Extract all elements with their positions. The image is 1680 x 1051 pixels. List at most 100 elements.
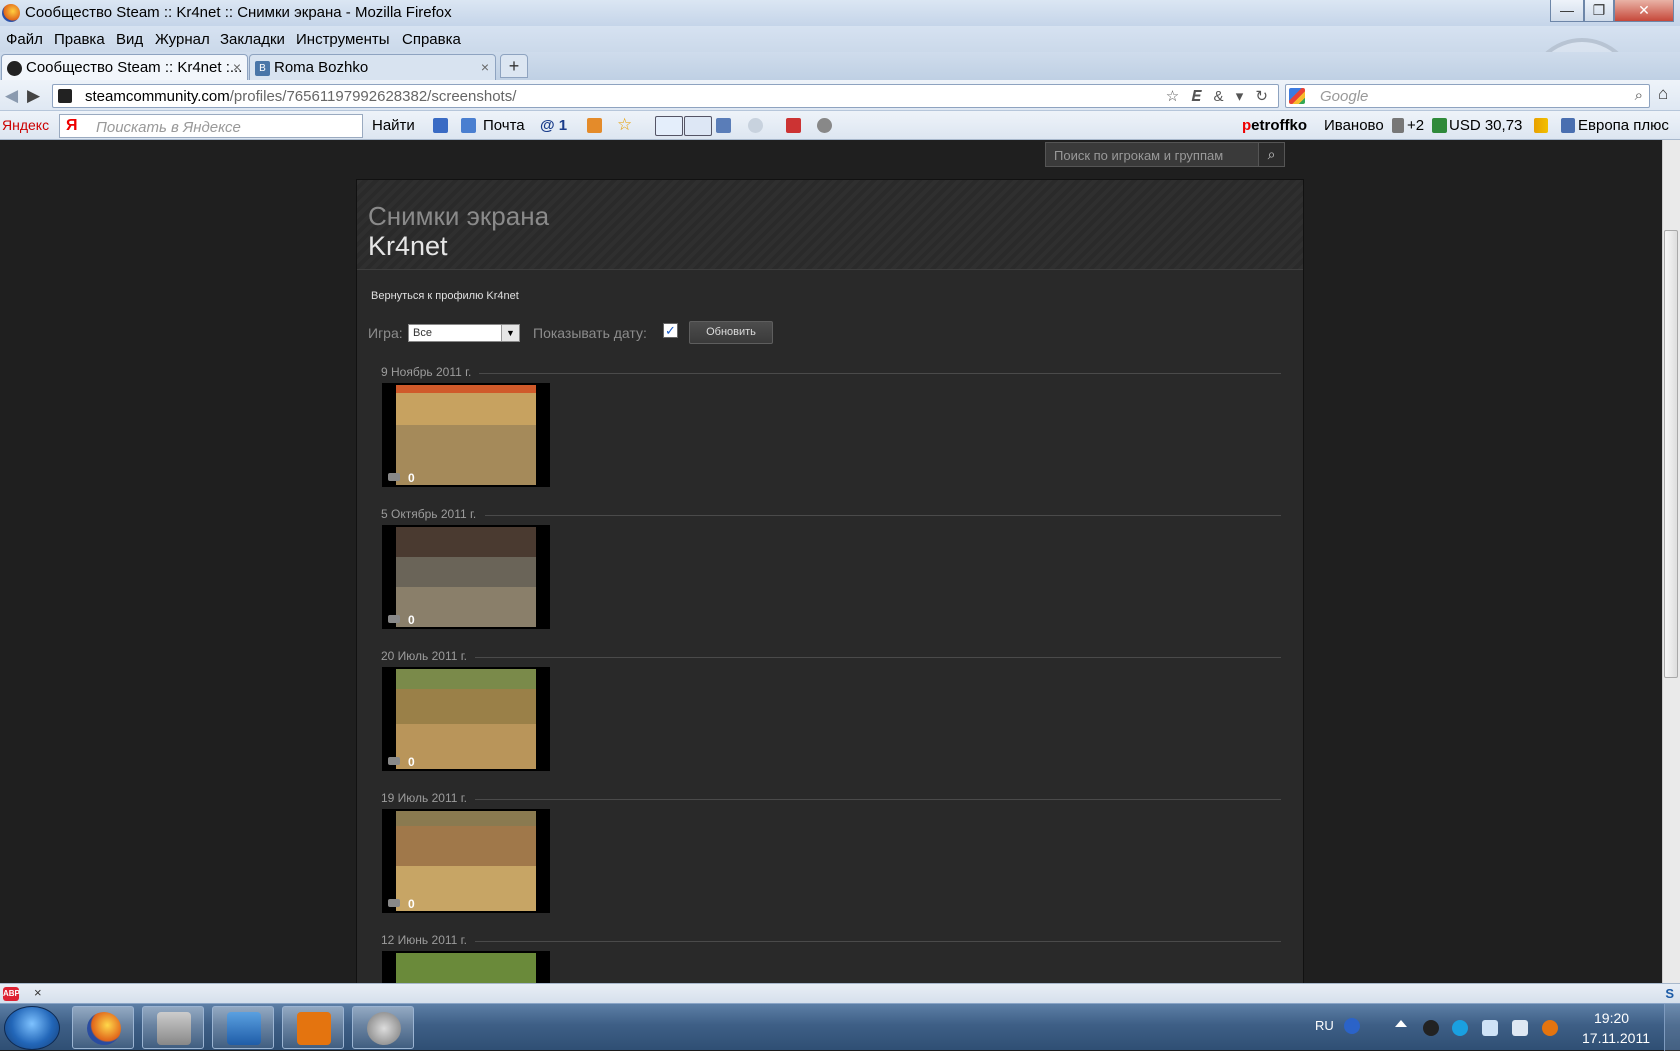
url-bar[interactable]: steamcommunity.com/profiles/765611979926…: [52, 84, 1279, 108]
yandex-city[interactable]: Иваново: [1324, 117, 1384, 134]
menu-view[interactable]: Вид: [116, 31, 143, 48]
show-desktop-button[interactable]: [1664, 1004, 1680, 1051]
yandex-search-field[interactable]: Я Поискать в Яндексе: [59, 114, 363, 138]
menu-edit[interactable]: Правка: [54, 31, 105, 48]
minimize-button[interactable]: —: [1550, 0, 1584, 22]
site-identity-icon[interactable]: [58, 89, 72, 103]
search-input[interactable]: Google: [1320, 88, 1368, 105]
close-icon[interactable]: ×: [34, 985, 42, 1000]
weather-temp[interactable]: +2: [1407, 117, 1424, 134]
help-icon[interactable]: [1344, 1018, 1360, 1034]
screenshot-image[interactable]: [396, 811, 536, 911]
mail-count[interactable]: @ 1: [540, 117, 567, 134]
screenshot-thumbnail[interactable]: [382, 951, 550, 983]
weather-icon: [1392, 118, 1404, 133]
search-bar[interactable]: Google ⌕: [1285, 84, 1650, 108]
home-icon[interactable]: ⌂: [1658, 84, 1668, 104]
mail-icon[interactable]: [461, 118, 476, 133]
input-language[interactable]: RU: [1315, 1018, 1334, 1033]
tab-close-icon[interactable]: ×: [233, 59, 241, 75]
yandex-user[interactable]: ppetroffkoetroffko: [1242, 117, 1307, 134]
volume-icon[interactable]: [1512, 1020, 1528, 1036]
comment-count: 0: [408, 897, 415, 911]
taskbar-counter-strike[interactable]: [142, 1006, 204, 1049]
game-select[interactable]: Все ▼: [408, 324, 520, 342]
date-label: 5 Октябрь 2011 г.: [381, 507, 477, 521]
network-icon[interactable]: [1482, 1020, 1498, 1036]
google-icon[interactable]: [1289, 88, 1305, 104]
tab-vk[interactable]: B Roma Bozhko ×: [249, 54, 496, 80]
player-search[interactable]: Поиск по игрокам и группам ⌕: [1045, 142, 1285, 167]
bag-icon[interactable]: [587, 118, 602, 133]
yandex-menu[interactable]: Яндекс: [2, 117, 49, 133]
menu-bookmarks[interactable]: Закладки: [220, 31, 285, 48]
start-button[interactable]: [4, 1006, 60, 1050]
screenshot-image[interactable]: [396, 669, 536, 769]
vk-icon: B: [255, 61, 270, 76]
url-bar-icons[interactable]: ☆ 𝑬 & ▾ ↻: [1166, 87, 1272, 105]
close-button[interactable]: ✕: [1614, 0, 1674, 22]
date-label: 9 Ноябрь 2011 г.: [381, 365, 472, 379]
taskbar-windows-explorer[interactable]: [212, 1006, 274, 1049]
skype-tray-icon[interactable]: [1452, 1020, 1468, 1036]
favorites-star-icon[interactable]: ☆: [617, 115, 632, 135]
signal-icon[interactable]: [1534, 118, 1548, 133]
screenshot-icon[interactable]: [684, 116, 712, 136]
search-icon[interactable]: ⌕: [1258, 143, 1284, 166]
menu-file[interactable]: Файл: [6, 31, 43, 48]
radio-station[interactable]: Европа плюс: [1578, 117, 1669, 134]
show-date-label: Показывать дату:: [533, 325, 647, 341]
window-tile-icon[interactable]: [716, 118, 731, 133]
forward-icon[interactable]: ▶: [27, 86, 40, 106]
chat-icon[interactable]: [748, 118, 763, 133]
skype-icon[interactable]: S: [1665, 986, 1674, 1001]
yandex-search-input[interactable]: Поискать в Яндексе: [96, 119, 241, 136]
steam-tray-icon[interactable]: [1423, 1020, 1439, 1036]
window-title: Сообщество Steam :: Kr4net :: Снимки экр…: [25, 4, 452, 21]
chevron-down-icon[interactable]: ▼: [501, 325, 519, 341]
back-to-profile-link[interactable]: Вернуться к профилю Kr4net: [371, 290, 519, 302]
game-select-value: Все: [413, 327, 432, 339]
mail-button[interactable]: Почта: [483, 117, 525, 134]
taskbar-steam[interactable]: [352, 1006, 414, 1049]
screenshot-thumbnail[interactable]: 0: [382, 383, 550, 487]
maximize-button[interactable]: ❐: [1584, 0, 1614, 22]
translate-icon[interactable]: [655, 116, 683, 136]
player-search-input[interactable]: Поиск по игрокам и группам: [1054, 148, 1223, 163]
screenshot-image[interactable]: [396, 527, 536, 627]
url-text[interactable]: steamcommunity.com/profiles/765611979926…: [85, 88, 516, 105]
gift-icon[interactable]: [786, 118, 801, 133]
speaker-icon[interactable]: [1561, 118, 1575, 133]
bookmark-icon[interactable]: [433, 118, 448, 133]
menu-help[interactable]: Справка: [402, 31, 461, 48]
adblock-icon[interactable]: ABP: [3, 987, 20, 1001]
comment-count: 0: [408, 613, 415, 627]
screenshot-image[interactable]: [396, 385, 536, 485]
gear-icon[interactable]: [817, 118, 832, 133]
back-icon[interactable]: ◀: [5, 86, 18, 106]
firefox-icon: [2, 4, 20, 22]
screenshot-image[interactable]: [396, 953, 536, 983]
taskbar-half-life[interactable]: [282, 1006, 344, 1049]
tab-steam[interactable]: Сообщество Steam :: Kr4net :... ×: [1, 54, 248, 80]
steam-icon: [7, 61, 22, 76]
show-date-checkbox[interactable]: ✓: [663, 323, 678, 338]
date-label: 12 Июнь 2011 г.: [381, 933, 467, 947]
screenshot-thumbnail[interactable]: 0: [382, 809, 550, 913]
refresh-button[interactable]: Обновить: [689, 321, 773, 344]
date-group: 12 Июнь 2011 г.: [381, 933, 1281, 983]
yandex-find-button[interactable]: Найти: [372, 117, 415, 134]
menu-history[interactable]: Журнал: [155, 31, 210, 48]
new-tab-button[interactable]: +: [500, 54, 528, 78]
show-hidden-icons-icon[interactable]: [1395, 1020, 1407, 1027]
screenshot-thumbnail[interactable]: 0: [382, 667, 550, 771]
search-icon[interactable]: ⌕: [1635, 87, 1643, 104]
screenshot-thumbnail[interactable]: 0: [382, 525, 550, 629]
currency-rate[interactable]: USD 30,73: [1449, 117, 1522, 134]
update-tray-icon[interactable]: [1542, 1020, 1558, 1036]
window-switcher-icon: [227, 1012, 261, 1045]
taskbar-firefox[interactable]: [72, 1006, 134, 1049]
tab-close-icon[interactable]: ×: [481, 59, 489, 75]
scrollbar-thumb[interactable]: [1664, 230, 1678, 678]
menu-tools[interactable]: Инструменты: [296, 31, 390, 48]
